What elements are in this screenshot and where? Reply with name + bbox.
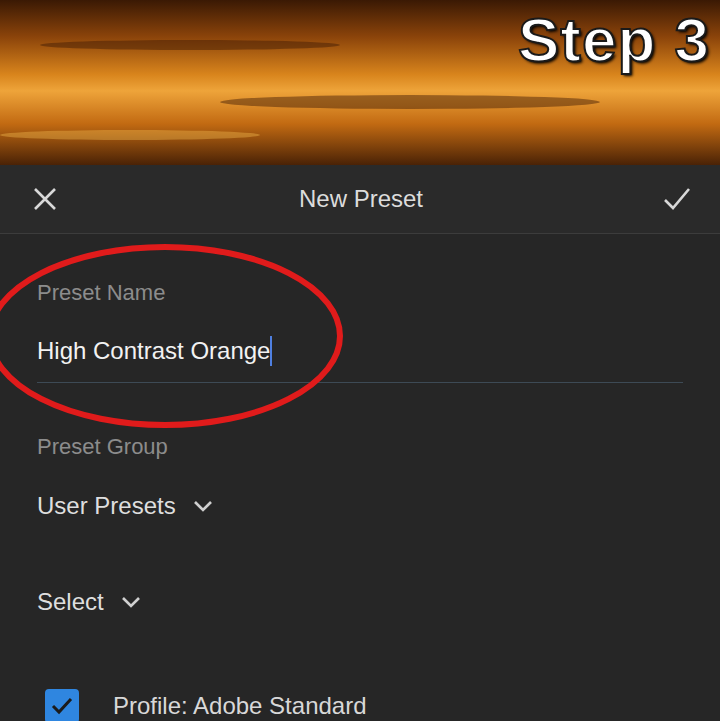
sunset-photo: Step 3: [0, 0, 720, 165]
close-icon: [32, 186, 58, 212]
field-input[interactable]: High Contrast Orange: [37, 336, 683, 383]
dropdown[interactable]: User Presets: [37, 491, 683, 521]
header-bar: New Preset: [0, 165, 720, 234]
checkbox[interactable]: [45, 689, 79, 721]
field-label: Preset Name: [37, 280, 683, 306]
text-cursor: [270, 336, 272, 366]
preset-form: Preset Name High Contrast Orange Preset G…: [0, 234, 720, 721]
close-button[interactable]: [30, 184, 60, 214]
chevron-down-icon: [192, 499, 214, 513]
dropdown[interactable]: Select: [37, 587, 683, 617]
dropdown-field[interactable]: Select: [37, 587, 683, 617]
field-label: Preset Group: [37, 434, 683, 460]
preset-name-field[interactable]: Preset Name High Contrast Orange: [37, 234, 683, 383]
header-title: New Preset: [299, 185, 423, 213]
dropdown-field[interactable]: Preset Group User Presets: [37, 434, 683, 521]
step-caption: Step 3: [518, 4, 710, 75]
red-circle-annotation: [0, 236, 355, 436]
screen: Step 3 New Preset Preset Name High Contr…: [0, 0, 720, 721]
confirm-button[interactable]: [662, 184, 692, 214]
checkmark-icon: [663, 186, 691, 212]
option-row[interactable]: Profile: Adobe Standard: [37, 689, 683, 721]
chevron-down-icon: [120, 595, 142, 609]
check-icon: [50, 696, 74, 716]
